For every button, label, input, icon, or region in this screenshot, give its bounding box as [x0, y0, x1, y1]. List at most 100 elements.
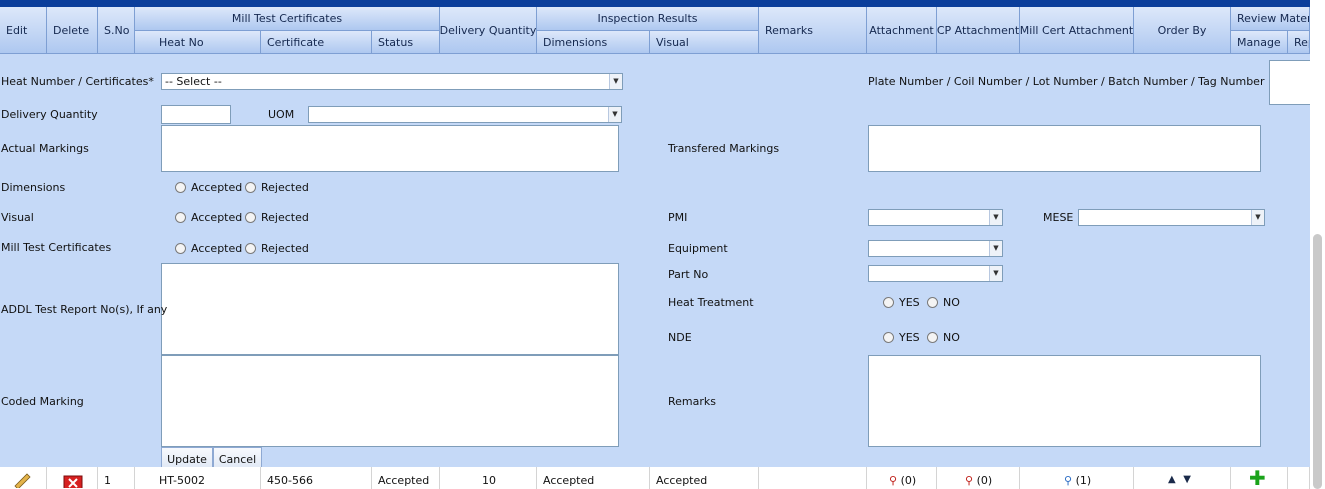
dimensions-accepted-radio[interactable]: Accepted: [175, 181, 242, 194]
column-header-dimensions[interactable]: Dimensions: [537, 31, 650, 54]
rep-cell[interactable]: [1288, 467, 1310, 489]
column-header-cp-attachment[interactable]: CP Attachment: [937, 7, 1020, 54]
delete-cell[interactable]: [47, 467, 98, 489]
radio-circle-icon[interactable]: [175, 243, 186, 254]
paperclip-icon[interactable]: ⚲: [889, 474, 897, 487]
part-no-label: Part No: [668, 268, 709, 281]
radio-circle-icon[interactable]: [175, 182, 186, 193]
heat-treatment-no-radio[interactable]: NO: [927, 296, 960, 309]
mese-select[interactable]: ▼: [1078, 209, 1265, 226]
radio-circle-icon[interactable]: [927, 297, 938, 308]
delivery-quantity-input[interactable]: [161, 105, 231, 124]
pmi-select[interactable]: ▼: [868, 209, 1003, 226]
arrow-down-icon[interactable]: ▼: [1183, 474, 1191, 485]
scrollbar-thumb[interactable]: [1313, 234, 1322, 489]
materials-grid: Edit Delete S.No Mill Test Certificates …: [0, 7, 1310, 489]
chevron-down-icon[interactable]: ▼: [989, 210, 1002, 225]
chevron-down-icon[interactable]: ▼: [609, 74, 622, 89]
radio-label: NO: [943, 331, 960, 344]
column-header-manage[interactable]: Manage: [1231, 31, 1288, 54]
table-row: 1 HT-5002 450-566 Accepted 10 Accepted A…: [0, 467, 1310, 489]
radio-circle-icon[interactable]: [175, 212, 186, 223]
visual-cell: Accepted: [650, 467, 759, 489]
heat-number-select-value: -- Select --: [165, 75, 222, 88]
mill-test-accepted-radio[interactable]: Accepted: [175, 242, 242, 255]
arrow-up-icon[interactable]: ▲: [1168, 474, 1176, 485]
pencil-icon[interactable]: [12, 472, 32, 488]
nde-label: NDE: [668, 331, 692, 344]
visual-accepted-radio[interactable]: Accepted: [175, 211, 242, 224]
radio-circle-icon[interactable]: [245, 182, 256, 193]
heat-number-label: Heat Number / Certificates*: [1, 75, 154, 88]
actual-markings-input[interactable]: [161, 125, 619, 172]
column-header-sno[interactable]: S.No: [98, 7, 135, 54]
column-header-visual[interactable]: Visual: [650, 31, 759, 54]
column-group-mill-test-certificates: Mill Test Certificates: [135, 7, 440, 31]
edit-cell[interactable]: [0, 467, 47, 489]
column-header-status[interactable]: Status: [372, 31, 440, 54]
mese-label: MESE: [1043, 211, 1074, 224]
chevron-down-icon[interactable]: ▼: [989, 266, 1002, 281]
column-header-certificate[interactable]: Certificate: [261, 31, 372, 54]
radio-label: Accepted: [191, 181, 243, 194]
part-no-select[interactable]: ▼: [868, 265, 1003, 282]
remarks-cell: [759, 467, 867, 489]
remarks-label: Remarks: [668, 395, 716, 408]
radio-circle-icon[interactable]: [245, 243, 256, 254]
paperclip-icon[interactable]: ⚲: [965, 474, 973, 487]
transfered-markings-input[interactable]: [868, 125, 1261, 172]
visual-rejected-radio[interactable]: Rejected: [245, 211, 309, 224]
column-header-attachment[interactable]: Attachment: [867, 7, 937, 54]
radio-circle-icon[interactable]: [883, 332, 894, 343]
chevron-down-icon[interactable]: ▼: [989, 241, 1002, 256]
manage-cell[interactable]: ✚: [1231, 467, 1288, 489]
heat-treatment-label: Heat Treatment: [668, 296, 754, 309]
equipment-select[interactable]: ▼: [868, 240, 1003, 257]
transfered-markings-label: Transfered Markings: [668, 142, 780, 155]
radio-label: NO: [943, 296, 960, 309]
column-header-mill-cert-attachment[interactable]: Mill Cert Attachment: [1020, 7, 1134, 54]
heat-number-select[interactable]: -- Select -- ▼: [161, 73, 623, 90]
cp-attachment-cell[interactable]: ⚲ (0): [937, 467, 1020, 489]
column-header-order-by[interactable]: Order By: [1134, 7, 1231, 54]
radio-circle-icon[interactable]: [927, 332, 938, 343]
dimensions-cell: Accepted: [537, 467, 650, 489]
delete-icon[interactable]: [63, 472, 83, 488]
uom-select[interactable]: ▼: [308, 106, 622, 123]
column-header-heat-no[interactable]: Heat No: [135, 31, 261, 54]
nde-yes-radio[interactable]: YES: [883, 331, 920, 344]
radio-circle-icon[interactable]: [245, 212, 256, 223]
uom-label: UOM: [268, 108, 295, 121]
radio-label: Accepted: [191, 211, 243, 224]
mill-test-rejected-radio[interactable]: Rejected: [245, 242, 309, 255]
radio-circle-icon[interactable]: [883, 297, 894, 308]
column-header-delete[interactable]: Delete: [47, 7, 98, 54]
mill-cert-attachment-cell[interactable]: ⚲ (1): [1020, 467, 1134, 489]
order-by-cell[interactable]: ▲ ▼: [1134, 467, 1231, 489]
actual-markings-label: Actual Markings: [1, 142, 89, 155]
heat-treatment-yes-radio[interactable]: YES: [883, 296, 920, 309]
addl-test-report-input[interactable]: [161, 263, 619, 355]
cp-attachment-count: (0): [976, 474, 993, 487]
heat-no-cell: HT-5002: [135, 467, 261, 489]
nde-no-radio[interactable]: NO: [927, 331, 960, 344]
chevron-down-icon[interactable]: ▼: [1251, 210, 1264, 225]
column-group-inspection-results: Inspection Results: [537, 7, 759, 31]
attachment-count: (0): [900, 474, 917, 487]
chevron-down-icon[interactable]: ▼: [608, 107, 621, 122]
add-icon[interactable]: ✚: [1249, 467, 1266, 489]
dimensions-rejected-radio[interactable]: Rejected: [245, 181, 309, 194]
attachment-cell[interactable]: ⚲ (0): [867, 467, 937, 489]
radio-label: Accepted: [191, 242, 243, 255]
column-header-edit[interactable]: Edit: [0, 7, 47, 54]
plate-number-input[interactable]: [1269, 60, 1310, 105]
edit-form: Heat Number / Certificates* -- Select --…: [0, 54, 1310, 475]
column-header-remarks[interactable]: Remarks: [759, 7, 867, 54]
coded-marking-input[interactable]: [161, 355, 619, 447]
column-header-delivery-quantity[interactable]: Delivery Quantity: [440, 7, 537, 54]
paperclip-icon[interactable]: ⚲: [1064, 474, 1072, 487]
pmi-label: PMI: [668, 211, 688, 224]
remarks-input[interactable]: [868, 355, 1261, 447]
status-cell: Accepted: [372, 467, 440, 489]
column-header-rep[interactable]: Rep: [1288, 31, 1310, 54]
